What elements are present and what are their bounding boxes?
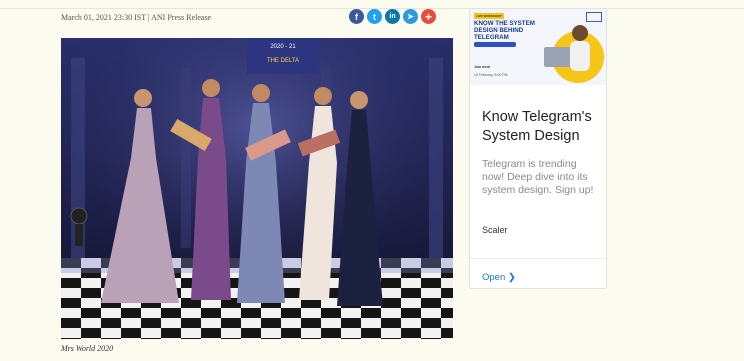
ad-title[interactable]: Know Telegram's System Design bbox=[482, 108, 598, 146]
chevron-right-icon: ❯ bbox=[507, 272, 516, 283]
ad-open-button[interactable]: Open ❯ bbox=[482, 272, 516, 283]
ad-banner-headline: KNOW THE SYSTEM DESIGN BEHIND TELEGRAM bbox=[474, 20, 535, 41]
facebook-icon[interactable]: f bbox=[349, 9, 364, 24]
article-photo: 2020 - 21 THE DELTA bbox=[61, 38, 453, 339]
pageant-winners-image: 2020 - 21 THE DELTA bbox=[61, 38, 453, 339]
twitter-icon[interactable]: t bbox=[367, 9, 382, 24]
linkedin-icon[interactable]: in bbox=[385, 9, 400, 24]
photo-banner-sub: THE DELTA bbox=[267, 58, 299, 64]
share-bar: f t in ➤ + bbox=[349, 9, 436, 24]
ad-banner-date: 10 February, 8:00 PM bbox=[474, 73, 508, 77]
photo-caption: Mrs World 2020 bbox=[61, 344, 114, 353]
ad-banner-tag: LIVE WORKSHOP bbox=[474, 13, 504, 19]
article-dateline: March 01, 2021 23:30 IST | ANI Press Rel… bbox=[61, 13, 212, 22]
sidebar-ad[interactable]: LIVE WORKSHOP KNOW THE SYSTEM DESIGN BEH… bbox=[469, 8, 607, 289]
more-icon[interactable]: + bbox=[421, 9, 436, 24]
photo-banner-text: 2020 - 21 bbox=[270, 44, 296, 50]
presenter-illustration-icon bbox=[544, 25, 604, 83]
ad-divider bbox=[470, 258, 606, 259]
ad-banner-cta: Join now! bbox=[474, 65, 491, 69]
ad-banner-image[interactable]: LIVE WORKSHOP KNOW THE SYSTEM DESIGN BEH… bbox=[470, 9, 606, 85]
ad-body: Telegram is trending now! Deep dive into… bbox=[482, 158, 594, 196]
top-divider bbox=[0, 0, 744, 9]
ad-open-label: Open bbox=[482, 272, 506, 283]
ad-banner-pill bbox=[474, 42, 516, 47]
ad-brand: Scaler bbox=[482, 225, 508, 235]
telegram-icon[interactable]: ➤ bbox=[403, 9, 418, 24]
